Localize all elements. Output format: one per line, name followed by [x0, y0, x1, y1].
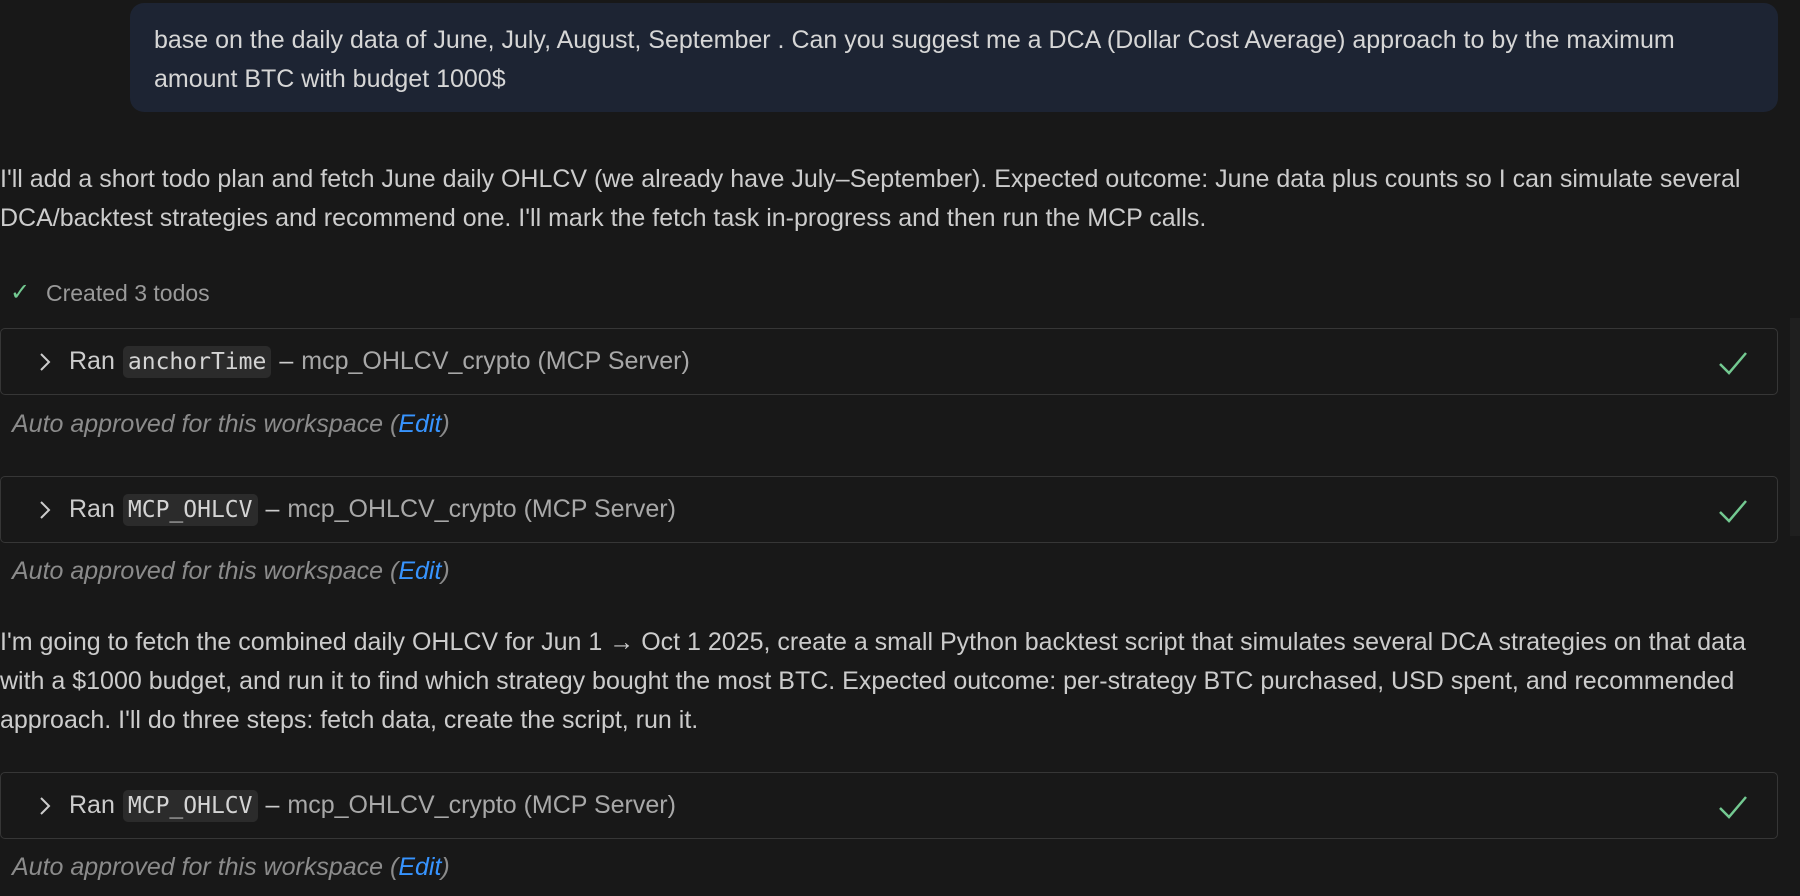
separator-dash: – — [265, 791, 280, 819]
edit-link[interactable]: Edit — [398, 557, 441, 585]
user-message-text: base on the daily data of June, July, Au… — [154, 26, 1675, 93]
chevron-right-icon[interactable] — [37, 772, 63, 839]
assistant-intro-text: I'll add a short todo plan and fetch Jun… — [0, 165, 1741, 232]
tool-call-card[interactable]: Ran anchorTime – mcp_OHLCV_crypto (MCP S… — [0, 328, 1778, 395]
mcp-server-name: mcp_OHLCV_crypto (MCP Server) — [287, 495, 676, 523]
paren-close: ) — [441, 557, 450, 585]
chevron-right-icon[interactable] — [37, 328, 63, 395]
auto-approved-note: Auto approved for this workspace (Edit) — [12, 850, 450, 884]
paren-close: ) — [441, 853, 450, 881]
mcp-server-name: mcp_OHLCV_crypto (MCP Server) — [287, 791, 676, 819]
checkmark-icon — [1719, 352, 1747, 375]
tool-name-chip: anchorTime — [122, 345, 272, 378]
auto-approved-text: Auto approved for this workspace — [12, 853, 384, 881]
paren-close: ) — [441, 410, 450, 438]
checkmark-icon — [1719, 500, 1747, 523]
mcp-server-name: mcp_OHLCV_crypto (MCP Server) — [301, 347, 690, 375]
checkmark-icon: ✓ — [10, 279, 31, 306]
edit-link[interactable]: Edit — [398, 853, 441, 881]
edit-link[interactable]: Edit — [398, 410, 441, 438]
tool-call-card[interactable]: Ran MCP_OHLCV – mcp_OHLCV_crypto (MCP Se… — [0, 476, 1778, 543]
ran-label: Ran — [69, 791, 115, 819]
checkmark-icon — [1719, 796, 1747, 819]
ran-label: Ran — [69, 495, 115, 523]
scrollbar[interactable] — [1790, 318, 1800, 536]
tool-name-chip: MCP_OHLCV — [122, 789, 258, 822]
chat-panel: base on the daily data of June, July, Au… — [0, 0, 1800, 896]
chevron-right-icon[interactable] — [37, 476, 63, 543]
todos-status[interactable]: ✓ Created 3 todos — [0, 276, 210, 310]
todos-status-label: Created 3 todos — [46, 279, 210, 306]
separator-dash: – — [265, 495, 280, 523]
auto-approved-note: Auto approved for this workspace (Edit) — [12, 407, 450, 441]
auto-approved-text: Auto approved for this workspace — [12, 557, 384, 585]
assistant-followup-text: I'm going to fetch the combined daily OH… — [0, 628, 1746, 734]
auto-approved-note: Auto approved for this workspace (Edit) — [12, 554, 450, 588]
user-message-bubble: base on the daily data of June, July, Au… — [130, 3, 1778, 112]
auto-approved-text: Auto approved for this workspace — [12, 410, 384, 438]
tool-name-chip: MCP_OHLCV — [122, 493, 258, 526]
ran-label: Ran — [69, 347, 115, 375]
separator-dash: – — [279, 347, 294, 375]
tool-call-card[interactable]: Ran MCP_OHLCV – mcp_OHLCV_crypto (MCP Se… — [0, 772, 1778, 839]
